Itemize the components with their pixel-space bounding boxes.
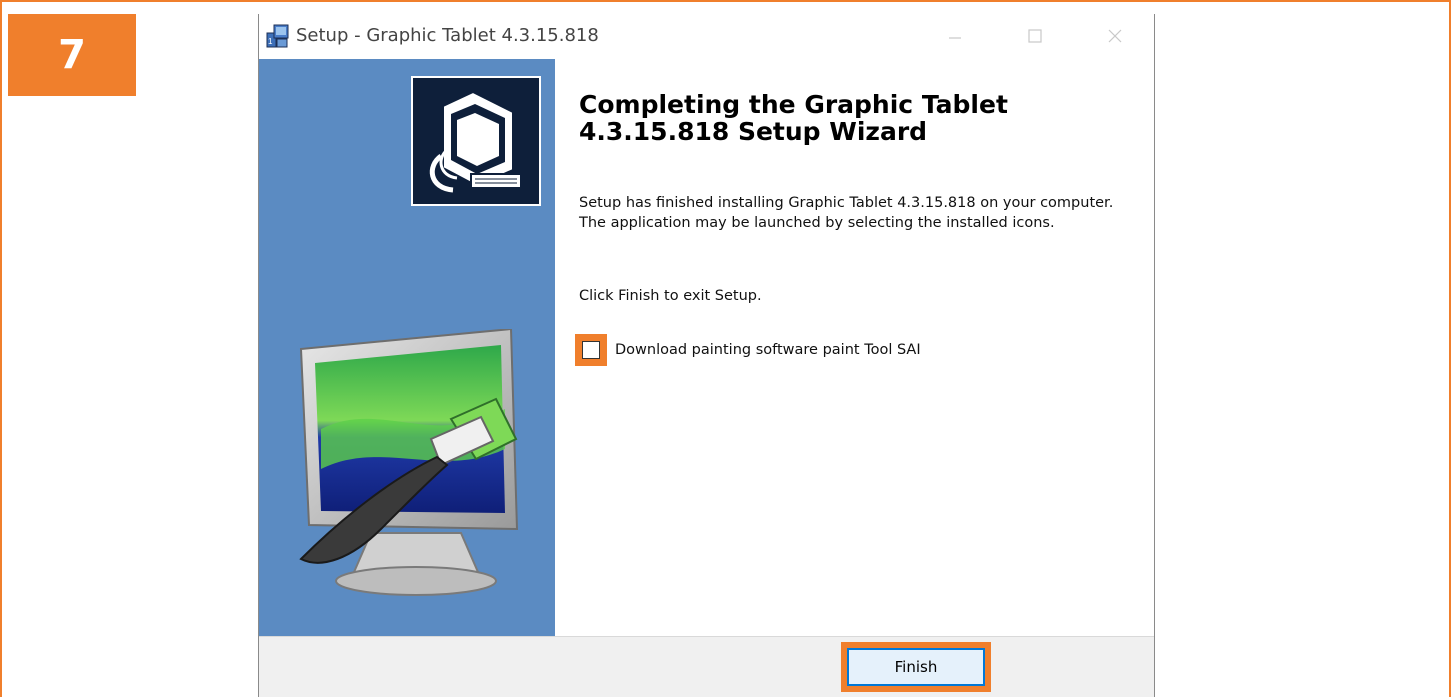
- close-button[interactable]: [1095, 22, 1135, 52]
- monitor-paintbrush-illustration: [281, 327, 551, 609]
- wizard-side-banner: [259, 59, 555, 636]
- setup-installer-icon: 1: [265, 23, 291, 49]
- exit-hint: Click Finish to exit Setup.: [579, 288, 762, 304]
- setup-dialog: 1 Setup - Graphic Tablet 4.3.15.818 Comp…: [258, 14, 1155, 697]
- finish-button-highlight: Finish: [841, 642, 991, 692]
- title-bar: 1 Setup - Graphic Tablet 4.3.15.818: [259, 14, 1154, 59]
- minimize-button[interactable]: [935, 22, 975, 52]
- step-number-badge: 7: [8, 14, 136, 96]
- wizard-heading: Completing the Graphic Tablet 4.3.15.818…: [579, 90, 1008, 146]
- checkbox-highlight: [575, 334, 607, 366]
- minimize-icon: [949, 37, 961, 39]
- window-title: Setup - Graphic Tablet 4.3.15.818: [296, 25, 599, 46]
- download-sai-option[interactable]: Download painting software paint Tool SA…: [575, 334, 921, 366]
- tablet-logo-icon: [411, 76, 541, 206]
- finish-message: Setup has finished installing Graphic Ta…: [579, 195, 1114, 231]
- wizard-footer: Finish: [259, 636, 1154, 697]
- svg-text:1: 1: [268, 37, 273, 46]
- maximize-icon: [1028, 29, 1042, 43]
- wizard-content: Completing the Graphic Tablet 4.3.15.818…: [555, 59, 1154, 636]
- finish-button[interactable]: Finish: [847, 648, 985, 686]
- close-icon: [1108, 29, 1122, 43]
- maximize-button[interactable]: [1015, 22, 1055, 52]
- download-sai-label[interactable]: Download painting software paint Tool SA…: [615, 342, 921, 358]
- download-sai-checkbox[interactable]: [582, 341, 600, 359]
